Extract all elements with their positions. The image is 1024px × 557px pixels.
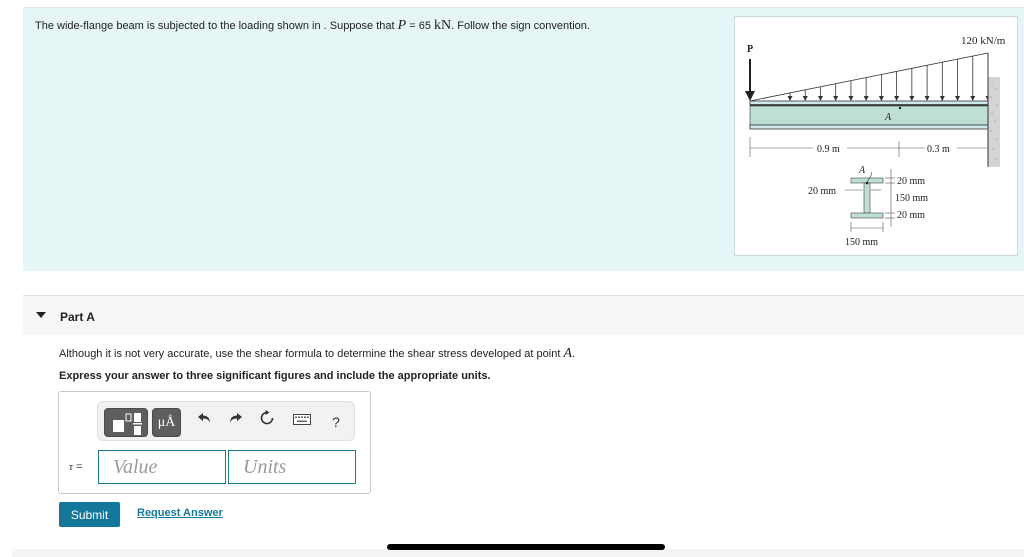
point-a-marker	[898, 106, 902, 110]
load-envelope	[749, 52, 989, 102]
label-web-thickness: 20 mm	[808, 186, 836, 197]
label-bottom-flange: 20 mm	[897, 210, 925, 221]
problem-statement-panel: The wide-flange beam is subjected to the…	[23, 7, 1024, 271]
part-a-title: Part A	[60, 310, 95, 324]
distributed-load-arrowhead	[909, 96, 915, 101]
distributed-load-arrowhead	[894, 96, 900, 101]
caret-down-icon[interactable]	[36, 312, 46, 318]
distributed-load-arrowhead	[878, 96, 884, 101]
question-text-end: .	[572, 348, 576, 360]
label-flange-width: 150 mm	[845, 237, 878, 248]
label-distributed-load: 120 kN/m	[961, 35, 1006, 47]
distributed-load-arrowhead	[848, 96, 854, 101]
units-button[interactable]: μÅ	[152, 408, 181, 437]
undo-arrow-glyph	[198, 413, 210, 423]
beam-figure: P 120 kN/m A 0.9 m 0.3 m A 20 mm 20 mm 1…	[734, 16, 1018, 256]
statement-text-end: . Follow the sign convention.	[451, 20, 590, 32]
distributed-load-arrows	[787, 53, 991, 101]
statement-text-start: The wide-flange beam is subjected to the…	[35, 20, 398, 32]
dim-label-right: 0.3 m	[927, 144, 950, 155]
templates-icon	[113, 413, 142, 435]
statement-equals: = 65	[406, 20, 435, 32]
dim-label-left: 0.9 m	[817, 144, 840, 155]
unit-kn: kN	[434, 18, 452, 33]
distributed-load-arrowhead	[833, 96, 839, 101]
answer-instruction: Express your answer to three significant…	[59, 370, 491, 382]
load-p-arrowhead	[745, 91, 755, 101]
question-variable-a: A	[563, 346, 573, 361]
templates-button[interactable]	[104, 408, 148, 437]
section-label-a: A	[858, 165, 866, 176]
tau-label: τ =	[69, 461, 82, 473]
problem-statement-text: The wide-flange beam is subjected to the…	[35, 18, 590, 34]
submit-button[interactable]: Submit	[59, 502, 120, 527]
section-bottom-flange	[850, 212, 884, 219]
beam-bottom-flange	[749, 124, 989, 130]
value-input[interactable]	[98, 450, 226, 484]
reset-glyph	[260, 410, 274, 425]
part-a-header[interactable]: Part A	[23, 295, 1024, 335]
distributed-load-arrowhead	[970, 96, 976, 101]
distributed-load-arrowhead	[787, 96, 793, 101]
label-point-a: A	[884, 112, 892, 123]
answer-box: μÅ ? τ =	[58, 391, 371, 494]
beam-web	[749, 105, 989, 126]
beam-diagram: P 120 kN/m A 0.9 m 0.3 m A 20 mm 20 mm 1…	[745, 35, 1006, 248]
math-toolbar: μÅ ?	[97, 401, 355, 441]
question-text-body: Although it is not very accurate, use th…	[59, 348, 564, 360]
distributed-load-arrowhead	[817, 96, 823, 101]
question-text: Although it is not very accurate, use th…	[59, 346, 575, 362]
help-button[interactable]: ?	[325, 410, 347, 434]
bottom-strip	[12, 549, 1024, 557]
equals-sign: =	[72, 461, 83, 473]
distributed-load-arrowhead	[924, 96, 930, 101]
label-web-height: 150 mm	[895, 193, 928, 204]
units-input[interactable]	[228, 450, 356, 484]
keyboard-glyph	[293, 414, 311, 425]
fixed-wall	[988, 77, 1000, 167]
section-web	[863, 182, 871, 214]
label-top-flange: 20 mm	[897, 176, 925, 187]
label-p: P	[747, 44, 753, 55]
request-answer-link[interactable]: Request Answer	[137, 507, 223, 519]
distributed-load-arrowhead	[863, 96, 869, 101]
redo-icon[interactable]	[224, 410, 246, 434]
redo-arrow-glyph	[230, 413, 242, 423]
undo-icon[interactable]	[194, 410, 216, 434]
distributed-load-arrowhead	[955, 96, 961, 101]
keyboard-icon[interactable]	[291, 410, 313, 434]
reset-icon[interactable]	[256, 410, 278, 434]
home-indicator[interactable]	[387, 544, 665, 550]
variable-p: P	[397, 18, 407, 33]
distributed-load-arrowhead	[802, 96, 808, 101]
distributed-load-arrowhead	[939, 96, 945, 101]
